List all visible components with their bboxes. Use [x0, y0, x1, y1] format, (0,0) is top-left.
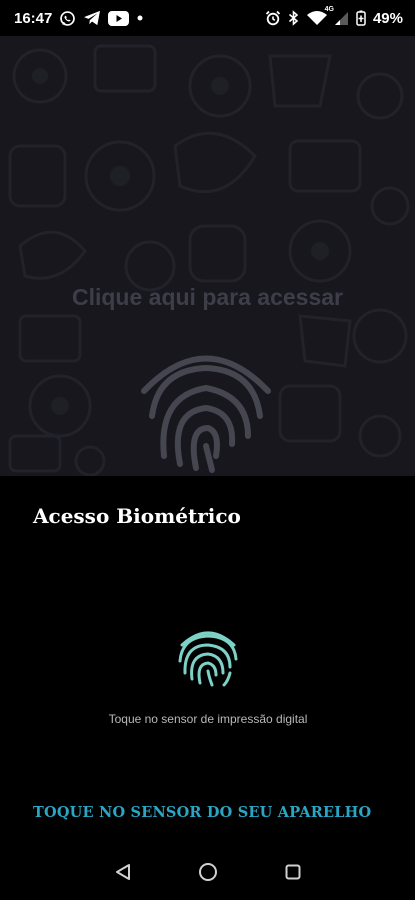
fingerprint-sensor-icon	[178, 631, 238, 687]
alarm-icon	[265, 10, 281, 26]
background-screen[interactable]: Clique aqui para acessar	[0, 36, 415, 476]
back-icon[interactable]	[103, 852, 143, 892]
status-time: 16:47	[14, 9, 53, 27]
status-bar: 16:47 4G 49%	[0, 0, 415, 36]
whatsapp-icon	[59, 10, 76, 27]
navigation-bar	[0, 844, 415, 900]
home-icon[interactable]	[188, 852, 228, 892]
battery-saver-icon	[356, 10, 366, 26]
telegram-icon	[83, 10, 101, 26]
touch-sensor-button[interactable]: TOQUE NO SENSOR DO SEU APARELHO	[33, 804, 371, 821]
access-prompt[interactable]: Clique aqui para acessar	[0, 284, 415, 311]
dot-icon	[136, 14, 144, 22]
signal-icon	[334, 11, 349, 26]
wifi-icon: 4G	[306, 6, 334, 26]
battery-percent: 49%	[372, 9, 403, 27]
wifi-badge: 4G	[324, 6, 334, 13]
biometric-dialog: Acesso Biométrico Toque no sensor de imp…	[6, 476, 410, 844]
recents-icon[interactable]	[273, 852, 313, 892]
fingerprint-icon[interactable]	[136, 336, 276, 476]
dialog-hint: Toque no sensor de impressão digital	[108, 712, 308, 726]
dialog-title: Acesso Biométrico	[33, 504, 241, 528]
youtube-icon	[108, 10, 130, 26]
bluetooth-icon	[288, 10, 299, 26]
